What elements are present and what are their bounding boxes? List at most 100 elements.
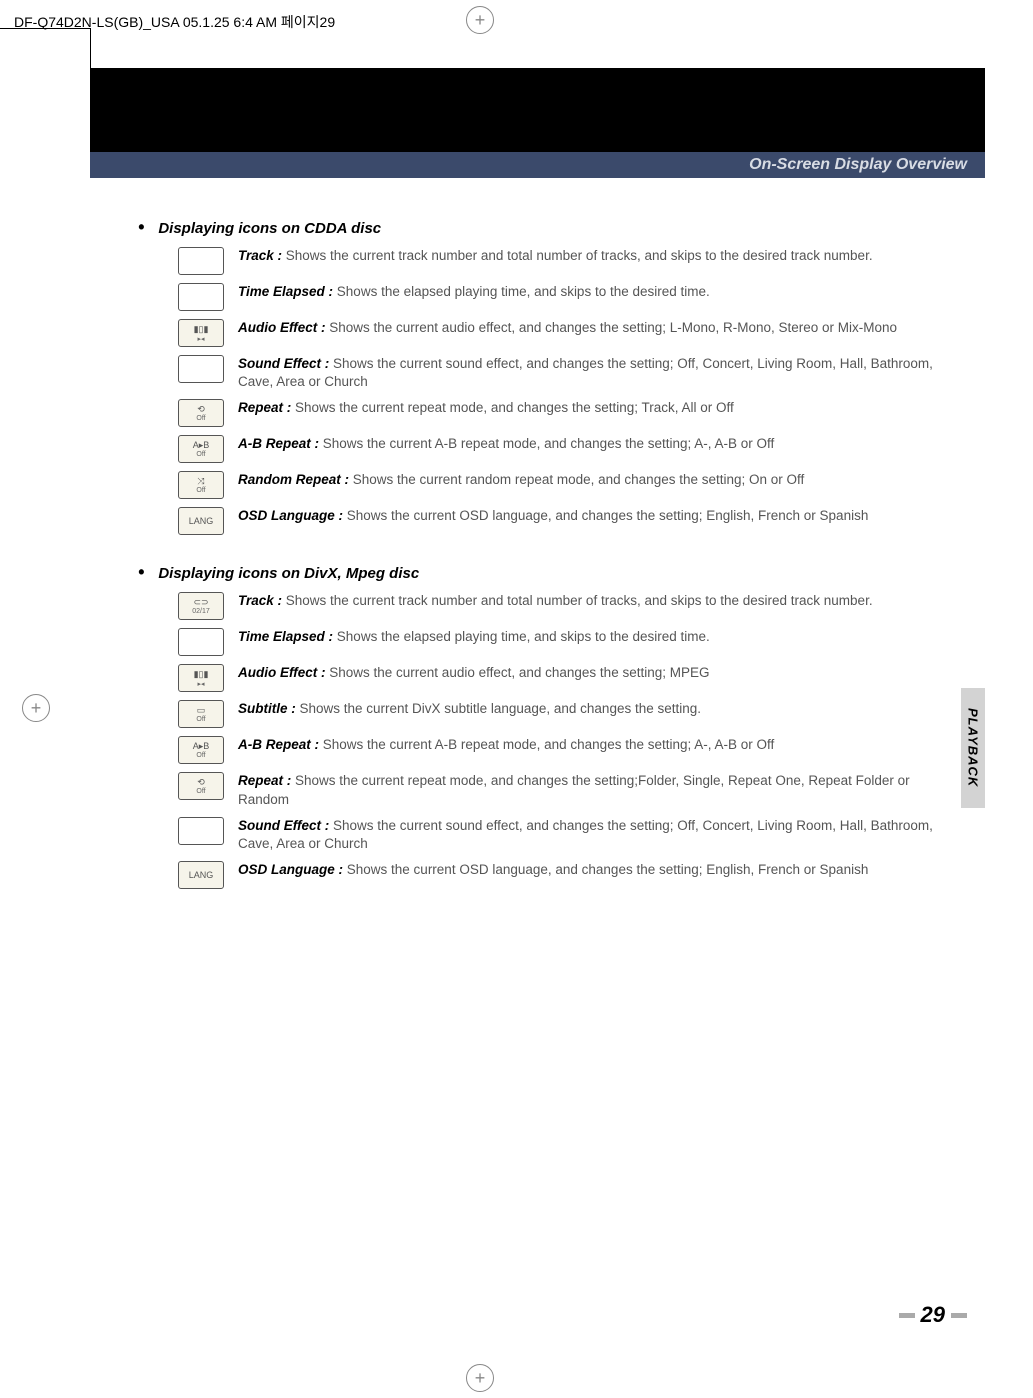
section-heading-text: Displaying icons on DivX, Mpeg disc: [158, 565, 419, 582]
osd-item-label: Random Repeat :: [238, 472, 349, 487]
osd-item-desc: Shows the current OSD language, and chan…: [343, 862, 868, 877]
page-content: • Displaying icons on CDDA disc Track : …: [90, 178, 985, 889]
section-heading-text: Displaying icons on CDDA disc: [158, 220, 381, 237]
osd-item-text: A-B Repeat : Shows the current A-B repea…: [238, 736, 955, 754]
osd-item-text: OSD Language : Shows the current OSD lan…: [238, 861, 955, 879]
icon-glyph: ▮▯▮: [194, 324, 209, 335]
osd-item-desc: Shows the current audio effect, and chan…: [326, 665, 710, 680]
page-number: 29: [899, 1302, 967, 1328]
osd-item-label: Sound Effect :: [238, 356, 329, 371]
side-tab-label: PLAYBACK: [966, 708, 981, 787]
osd-language-icon: LANG: [178, 507, 224, 535]
bullet-icon: •: [138, 218, 144, 236]
osd-item-desc: Shows the current A-B repeat mode, and c…: [319, 737, 774, 752]
icon-caption: 02/17: [192, 608, 210, 615]
print-header: DF-Q74D2N-LS(GB)_USA 05.1.25 6:4 AM 페이지2…: [14, 12, 335, 32]
track-icon: ⊂⊃ 02/17: [178, 592, 224, 620]
osd-item-row: ⤨ Off Random Repeat : Shows the current …: [178, 471, 955, 499]
osd-item-row: Time Elapsed : Shows the elapsed playing…: [178, 283, 955, 311]
icon-glyph: LANG: [189, 516, 214, 526]
page-frame: On-Screen Display Overview • Displaying …: [90, 68, 985, 1338]
audio-effect-icon: ▮▯▮ ▸◂: [178, 664, 224, 692]
osd-item-text: Track : Shows the current track number a…: [238, 592, 955, 610]
osd-item-desc: Shows the elapsed playing time, and skip…: [333, 284, 710, 299]
section-heading: • Displaying icons on DivX, Mpeg disc: [138, 563, 955, 582]
page-number-bar-icon: [951, 1313, 967, 1318]
icon-glyph: ⤨: [197, 476, 204, 487]
icon-caption: Off: [196, 487, 205, 494]
icon-glyph: A▸B: [193, 440, 210, 451]
osd-item-text: Time Elapsed : Shows the elapsed playing…: [238, 628, 955, 646]
osd-item-desc: Shows the current sound effect, and chan…: [238, 818, 933, 851]
osd-item-row: Sound Effect : Shows the current sound e…: [178, 355, 955, 391]
ab-repeat-icon: A▸B Off: [178, 736, 224, 764]
osd-item-label: A-B Repeat :: [238, 436, 319, 451]
bullet-icon: •: [138, 563, 144, 581]
icon-caption: ▸◂: [197, 680, 204, 688]
page-number-value: 29: [921, 1302, 945, 1328]
osd-item-text: Track : Shows the current track number a…: [238, 247, 955, 265]
osd-item-row: Sound Effect : Shows the current sound e…: [178, 817, 955, 853]
osd-item-label: Repeat :: [238, 773, 291, 788]
crop-rule-h: [0, 28, 90, 29]
crop-mark-icon: +: [466, 1364, 494, 1392]
osd-item-row: A▸B Off A-B Repeat : Shows the current A…: [178, 435, 955, 463]
osd-item-desc: Shows the current track number and total…: [282, 248, 873, 263]
icon-glyph: ⟲: [197, 777, 205, 788]
osd-item-label: Audio Effect :: [238, 665, 326, 680]
osd-item-label: Subtitle :: [238, 701, 296, 716]
osd-item-row: ▮▯▮ ▸◂ Audio Effect : Shows the current …: [178, 319, 955, 347]
sound-effect-icon: [178, 355, 224, 383]
icon-glyph: ▭: [197, 705, 206, 716]
crop-rule-v: [90, 28, 91, 68]
osd-item-row: A▸B Off A-B Repeat : Shows the current A…: [178, 736, 955, 764]
osd-item-desc: Shows the current sound effect, and chan…: [238, 356, 933, 389]
subtitle-icon: ▭ Off: [178, 700, 224, 728]
osd-item-label: OSD Language :: [238, 508, 343, 523]
osd-item-label: OSD Language :: [238, 862, 343, 877]
crop-mark-icon: +: [22, 694, 50, 722]
time-elapsed-icon: [178, 283, 224, 311]
icon-caption: Off: [196, 415, 205, 422]
icon-glyph: ⊂⊃: [193, 597, 208, 608]
osd-item-desc: Shows the current repeat mode, and chang…: [238, 773, 910, 806]
icon-glyph: ⟲: [197, 404, 205, 415]
icon-caption: Off: [196, 451, 205, 458]
icon-caption: ▸◂: [197, 335, 204, 343]
icon-caption: Off: [196, 752, 205, 759]
osd-item-label: Track :: [238, 248, 282, 263]
osd-item-desc: Shows the current track number and total…: [282, 593, 873, 608]
osd-item-text: Repeat : Shows the current repeat mode, …: [238, 399, 955, 417]
osd-item-desc: Shows the current OSD language, and chan…: [343, 508, 868, 523]
osd-item-desc: Shows the current random repeat mode, an…: [349, 472, 804, 487]
icon-glyph: A▸B: [193, 741, 210, 752]
crop-mark-icon: +: [466, 6, 494, 34]
osd-item-desc: Shows the current audio effect, and chan…: [326, 320, 898, 335]
osd-item-text: OSD Language : Shows the current OSD lan…: [238, 507, 955, 525]
osd-item-row: ⊂⊃ 02/17 Track : Shows the current track…: [178, 592, 955, 620]
osd-item-row: LANG OSD Language : Shows the current OS…: [178, 861, 955, 889]
osd-item-label: Repeat :: [238, 400, 291, 415]
osd-item-label: Track :: [238, 593, 282, 608]
osd-item-label: Time Elapsed :: [238, 629, 333, 644]
section-heading: • Displaying icons on CDDA disc: [138, 218, 955, 237]
osd-item-row: ▮▯▮ ▸◂ Audio Effect : Shows the current …: [178, 664, 955, 692]
osd-item-text: Time Elapsed : Shows the elapsed playing…: [238, 283, 955, 301]
banner-strip: On-Screen Display Overview: [90, 152, 985, 178]
osd-item-text: Random Repeat : Shows the current random…: [238, 471, 955, 489]
osd-item-desc: Shows the current A-B repeat mode, and c…: [319, 436, 774, 451]
page-number-bar-icon: [899, 1313, 915, 1318]
osd-language-icon: LANG: [178, 861, 224, 889]
repeat-icon: ⟲ Off: [178, 399, 224, 427]
osd-item-text: Sound Effect : Shows the current sound e…: [238, 355, 955, 391]
audio-effect-icon: ▮▯▮ ▸◂: [178, 319, 224, 347]
osd-item-desc: Shows the current repeat mode, and chang…: [291, 400, 734, 415]
icon-caption: Off: [196, 716, 205, 723]
osd-item-text: Subtitle : Shows the current DivX subtit…: [238, 700, 955, 718]
osd-item-row: Track : Shows the current track number a…: [178, 247, 955, 275]
osd-item-row: ⟲ Off Repeat : Shows the current repeat …: [178, 399, 955, 427]
icon-caption: Off: [196, 788, 205, 795]
osd-item-desc: Shows the elapsed playing time, and skip…: [333, 629, 710, 644]
osd-item-desc: Shows the current DivX subtitle language…: [296, 701, 701, 716]
osd-item-label: Sound Effect :: [238, 818, 329, 833]
